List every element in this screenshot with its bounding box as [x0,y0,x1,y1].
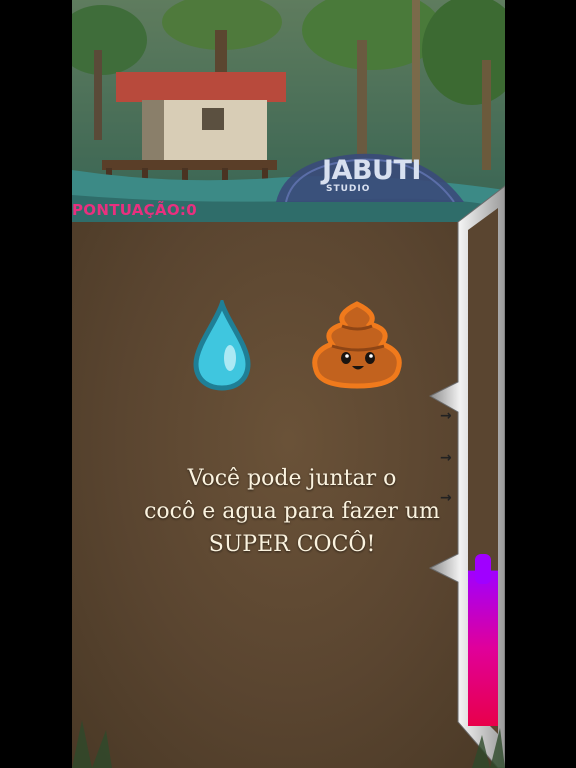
tip-line-2: cocô e agua para fazer um [144,499,440,524]
tip-line-3: SUPER COCÔ! [208,532,376,557]
logo-subtext: STUDIO [326,184,371,194]
arrow-right-icon: → [440,450,452,466]
water-drop-icon [193,300,251,391]
game-viewport[interactable]: JABUTI STUDIO PONTUAÇÃO:0 Você pode junt… [72,0,505,768]
tip-line-1: Você pode juntar o [187,466,397,491]
poop-icon [312,301,402,389]
arrow-right-icon: → [440,408,452,424]
side-panel [428,185,505,768]
arrow-right-icon: → [440,490,452,506]
foliage-decoration [72,720,505,768]
logo-text: JABUTI [322,155,421,186]
score-label: PONTUAÇÃO:0 [72,201,197,219]
